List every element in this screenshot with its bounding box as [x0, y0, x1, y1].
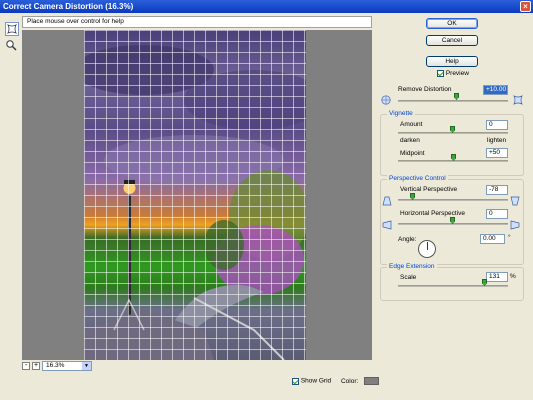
- vignette-amount-label: Amount: [400, 121, 423, 128]
- angle-field[interactable]: 0.00: [480, 234, 505, 244]
- zoom-out-button[interactable]: -: [22, 362, 30, 370]
- preview-checkbox[interactable]: [437, 70, 444, 77]
- lighten-label: lighten: [487, 137, 507, 144]
- remove-distortion-slider[interactable]: [398, 100, 508, 102]
- angle-unit: °: [508, 234, 511, 241]
- show-grid-checkbox[interactable]: [292, 377, 299, 385]
- scale-unit: %: [510, 273, 516, 280]
- help-button[interactable]: Help: [426, 56, 478, 67]
- pincushion-icon[interactable]: [513, 95, 523, 105]
- show-grid-label: Show Grid: [300, 377, 332, 385]
- scale-field[interactable]: 131: [486, 272, 508, 282]
- zoom-level-value: 16.3%: [46, 362, 65, 369]
- perspective-right-icon[interactable]: [510, 220, 520, 230]
- zoom-in-button[interactable]: +: [32, 362, 40, 370]
- vignette-amount-field[interactable]: 0: [486, 120, 508, 130]
- vignette-midpoint-field[interactable]: +50: [486, 148, 508, 158]
- title-bar: Correct Camera Distortion (16.3%) ×: [0, 0, 533, 13]
- barrel-icon[interactable]: [381, 95, 391, 105]
- preview-toggle: Preview: [437, 70, 469, 77]
- perspective-up-icon[interactable]: [382, 196, 392, 206]
- angle-label: Angle:: [398, 236, 417, 243]
- remove-distortion-thumb[interactable]: [454, 93, 459, 100]
- zoom-tool-icon[interactable]: [5, 39, 19, 53]
- vignette-midpoint-label: Midpoint: [400, 150, 425, 157]
- chevron-down-icon: ▼: [82, 362, 91, 370]
- help-text: Place mouse over control for help: [22, 16, 372, 28]
- preview-canvas[interactable]: [22, 30, 372, 360]
- vertical-perspective-label: Vertical Perspective: [400, 186, 458, 193]
- vertical-perspective-slider[interactable]: [398, 199, 508, 201]
- perspective-title: Perspective Control: [387, 175, 448, 182]
- scale-slider[interactable]: [398, 285, 508, 287]
- close-icon[interactable]: ×: [520, 1, 531, 12]
- cancel-button[interactable]: Cancel: [426, 35, 478, 46]
- remove-distortion-label: Remove Distortion: [398, 86, 452, 93]
- zoom-level-select[interactable]: 16.3% ▼: [42, 361, 92, 371]
- grid-overlay: [84, 30, 306, 360]
- perspective-left-icon[interactable]: [382, 220, 392, 230]
- vignette-title: Vignette: [387, 110, 415, 117]
- grid-controls: Show Grid Color:: [292, 377, 380, 387]
- window-title: Correct Camera Distortion (16.3%): [3, 2, 134, 11]
- scale-label: Scale: [400, 274, 417, 281]
- edge-extension-title: Edge Extension: [387, 263, 437, 270]
- dialog-body: Place mouse over control for help - + 16…: [0, 13, 533, 400]
- horizontal-perspective-label: Horizontal Perspective: [400, 210, 466, 217]
- ok-button[interactable]: OK: [426, 18, 478, 29]
- vertical-perspective-field[interactable]: -78: [486, 185, 508, 195]
- preview-label: Preview: [445, 70, 469, 78]
- distort-tool-icon[interactable]: [5, 22, 19, 36]
- perspective-down-icon[interactable]: [510, 196, 520, 206]
- grid-color-swatch[interactable]: [364, 377, 380, 385]
- darken-label: darken: [400, 137, 420, 144]
- preview-image: [84, 30, 306, 360]
- remove-distortion-field[interactable]: +10.00: [483, 85, 508, 95]
- angle-dial[interactable]: [418, 240, 436, 258]
- grid-color-label: Color:: [340, 377, 359, 385]
- horizontal-perspective-field[interactable]: 0: [486, 209, 508, 219]
